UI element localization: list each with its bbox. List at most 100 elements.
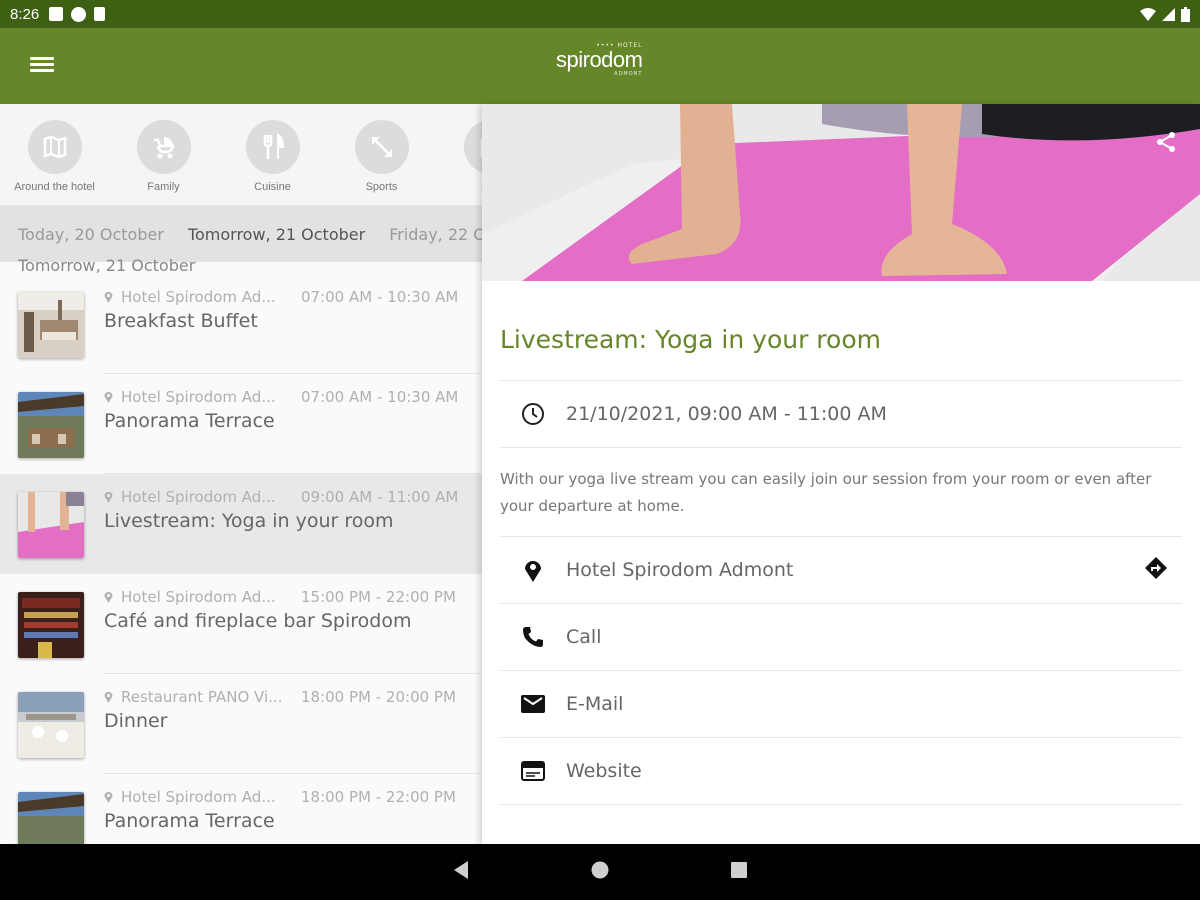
event-time: 09:00 AM - 11:00 AM (301, 488, 459, 506)
notification-icons (49, 6, 106, 22)
event-thumbnail (18, 392, 84, 458)
location-pin-icon (104, 292, 113, 303)
location-pin-icon (104, 792, 113, 803)
location-pin-icon (104, 492, 113, 503)
hotel-logo: •••• HOTEL spirodom ADMONT (556, 42, 643, 77)
category-family[interactable]: Family (109, 120, 218, 205)
category-label: Around the hotel (14, 181, 95, 193)
list-item[interactable]: Hotel Spirodom Ad... 18:00 PM - 22:00 PM… (0, 774, 482, 844)
event-title: Panorama Terrace (104, 410, 275, 432)
event-detail-panel: Livestream: Yoga in your room 21/10/2021… (482, 104, 1200, 844)
email-label: E-Mail (566, 693, 624, 715)
event-description: With our yoga live stream you can easily… (500, 447, 1182, 536)
next-row (500, 804, 1182, 844)
category-around-the-hotel[interactable]: Around the hotel (0, 120, 109, 205)
app-bar: •••• HOTEL spirodom ADMONT (0, 28, 1200, 104)
event-thumbnail (18, 492, 84, 558)
wifi-icon (1140, 7, 1156, 21)
status-bar: 8:26 (0, 0, 1200, 28)
event-title: Livestream: Yoga in your room (104, 510, 394, 532)
event-icon (463, 120, 482, 174)
event-location: Restaurant PANO Vi... (121, 688, 283, 706)
category-label: Family (147, 181, 180, 193)
event-title: Panorama Terrace (104, 810, 275, 832)
back-button[interactable] (452, 860, 470, 884)
call-row[interactable]: Call (500, 603, 1182, 670)
logo-top-text: •••• HOTEL (596, 42, 643, 49)
location-pin-icon (104, 692, 113, 703)
category-label: Cuisine (254, 181, 291, 193)
phone-icon (500, 626, 566, 648)
share-button[interactable] (1154, 130, 1178, 158)
tab-friday[interactable]: Friday, 22 O (389, 225, 482, 244)
list-item[interactable]: Hotel Spirodom Ad... 07:00 AM - 10:30 AM… (0, 274, 482, 374)
system-icons (1140, 6, 1190, 22)
event-thumbnail (18, 292, 84, 358)
email-row[interactable]: E-Mail (500, 670, 1182, 737)
tab-today[interactable]: Today, 20 October (18, 225, 164, 244)
event-location: Hotel Spirodom Ad... (121, 288, 276, 306)
website-label: Website (566, 760, 642, 782)
signal-icon (1162, 7, 1175, 21)
event-title: Café and fireplace bar Spirodom (104, 610, 412, 632)
event-thumbnail (18, 692, 84, 758)
recents-icon (731, 862, 747, 878)
sd-card-icon (94, 7, 106, 21)
directions-icon (1145, 556, 1167, 579)
list-item[interactable]: Hotel Spirodom Ad... 15:00 PM - 22:00 PM… (0, 574, 482, 674)
system-navigation-bar (0, 844, 1200, 900)
home-icon (591, 861, 609, 879)
status-time: 8:26 (10, 5, 40, 23)
category-sports[interactable]: Sports (327, 120, 436, 205)
mail-icon (500, 694, 566, 714)
event-time: 07:00 AM - 10:30 AM (301, 388, 459, 406)
day-tabs: Today, 20 October Tomorrow, 21 October F… (0, 206, 482, 262)
logo-main-text: spirodom (556, 47, 643, 72)
list-item[interactable]: Hotel Spirodom Ad... 09:00 AM - 11:00 AM… (0, 474, 482, 574)
event-list: Hotel Spirodom Ad... 07:00 AM - 10:30 AM… (0, 274, 482, 844)
section-header: Tomorrow, 21 October (18, 256, 196, 274)
app-notification-icon (71, 6, 87, 22)
back-icon (454, 861, 468, 879)
event-hero-image (482, 104, 1200, 281)
recents-button[interactable] (730, 861, 748, 883)
event-location: Hotel Spirodom Ad... (121, 388, 276, 406)
menu-button[interactable] (28, 54, 56, 78)
clock-icon (500, 402, 566, 426)
map-icon (27, 120, 82, 174)
category-events[interactable]: Eve (436, 120, 482, 205)
event-title: Breakfast Buffet (104, 310, 258, 332)
event-location: Hotel Spirodom Ad... (121, 488, 276, 506)
event-list-panel: Around the hotel Family Cuisine Sports E… (0, 104, 482, 844)
event-time: 18:00 PM - 22:00 PM (301, 788, 456, 806)
event-time: 07:00 AM - 10:30 AM (301, 288, 459, 306)
category-bar: Around the hotel Family Cuisine Sports E… (0, 104, 482, 206)
category-cuisine[interactable]: Cuisine (218, 120, 327, 205)
share-icon (1157, 132, 1175, 152)
event-time: 18:00 PM - 20:00 PM (301, 688, 456, 706)
event-thumbnail (18, 592, 84, 658)
location-pin-icon (104, 392, 113, 403)
location-label: Hotel Spirodom Admont (566, 559, 794, 581)
call-label: Call (566, 626, 602, 648)
event-location: Hotel Spirodom Ad... (121, 788, 276, 806)
expand-arrows-icon (354, 120, 409, 174)
directions-button[interactable] (1144, 556, 1168, 585)
event-datetime: 21/10/2021, 09:00 AM - 11:00 AM (566, 403, 887, 425)
event-location: Hotel Spirodom Ad... (121, 588, 276, 606)
logo-sub-text: ADMONT (614, 71, 643, 77)
location-pin-icon (500, 558, 566, 582)
tab-tomorrow[interactable]: Tomorrow, 21 October (188, 225, 365, 244)
list-item[interactable]: Hotel Spirodom Ad... 07:00 AM - 10:30 AM… (0, 374, 482, 474)
battery-icon (1181, 6, 1190, 22)
list-item[interactable]: Restaurant PANO Vi... 18:00 PM - 20:00 P… (0, 674, 482, 774)
location-row[interactable]: Hotel Spirodom Admont (500, 536, 1182, 603)
website-row[interactable]: Website (500, 737, 1182, 804)
event-thumbnail (18, 792, 84, 844)
category-label: Sports (365, 181, 398, 193)
web-icon (500, 761, 566, 781)
cutlery-icon (245, 120, 300, 174)
stroller-icon (136, 120, 191, 174)
event-detail-title: Livestream: Yoga in your room (500, 325, 881, 354)
home-button[interactable] (590, 860, 610, 884)
